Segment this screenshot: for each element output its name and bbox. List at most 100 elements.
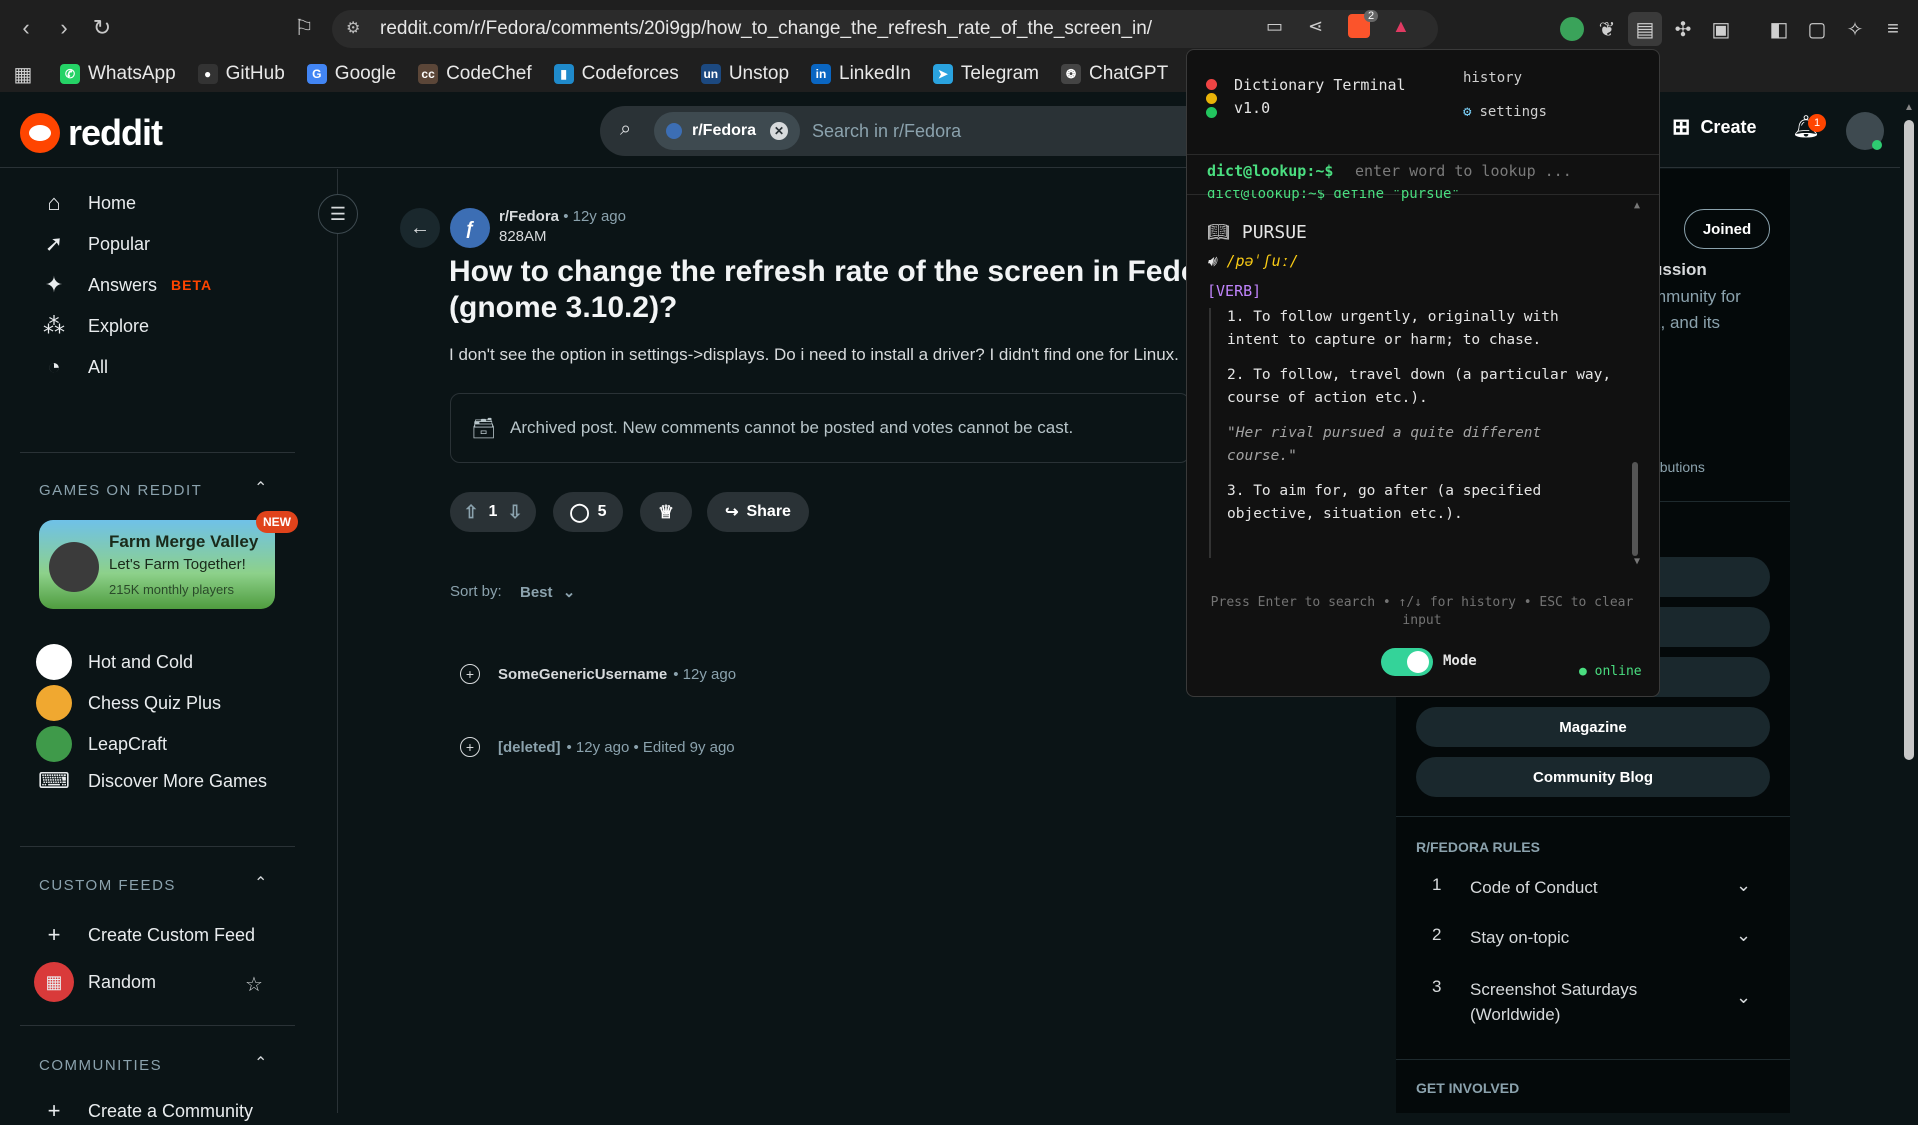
magazine-button[interactable]: Magazine: [1416, 707, 1770, 747]
upvote-icon[interactable]: ⇧: [463, 502, 478, 523]
game-item-3[interactable]: ⌨ Discover More Games: [38, 767, 267, 795]
leo-ai-icon[interactable]: ✧: [1838, 12, 1872, 46]
create-community[interactable]: + Create a Community: [40, 1097, 254, 1125]
sort-dropdown[interactable]: Best ⌄: [520, 583, 575, 601]
chevron-down-icon[interactable]: ⌄: [1736, 925, 1751, 946]
fedora-avatar-icon[interactable]: ƒ: [450, 208, 490, 248]
back-icon[interactable]: ‹: [8, 10, 44, 46]
subreddit-chip[interactable]: r/Fedora ✕: [654, 112, 801, 150]
bookmark-7[interactable]: ➤ Telegram: [932, 63, 1039, 85]
close-dot-icon[interactable]: [1206, 79, 1217, 90]
site-info-icon[interactable]: ⚙: [346, 18, 360, 38]
extension-bird-icon[interactable]: ❦: [1590, 12, 1624, 46]
word-input[interactable]: enter word to lookup ...: [1355, 162, 1572, 180]
community-blog-button[interactable]: Community Blog: [1416, 757, 1770, 797]
comment-author[interactable]: SomeGenericUsername: [498, 666, 667, 683]
book-icon: 📖︎: [1207, 222, 1230, 243]
rule-text: Code of Conduct: [1470, 878, 1598, 897]
sidebar-item-popular[interactable]: ➚ Popular: [40, 230, 150, 258]
scroll-up-icon[interactable]: ▲: [1904, 102, 1914, 113]
collapse-feeds-icon[interactable]: ⌃: [254, 873, 267, 893]
share-icon[interactable]: ⋖: [1308, 16, 1323, 37]
maximize-dot-icon[interactable]: [1206, 107, 1217, 118]
sidebar-item-answers[interactable]: ✦ Answers BETA: [40, 271, 212, 299]
rule-text: Screenshot Saturdays (Worldwide): [1470, 980, 1638, 1024]
plus-icon: ⊞: [1672, 114, 1691, 139]
menu-icon[interactable]: ≡: [1876, 12, 1910, 46]
scrollbar-thumb[interactable]: [1904, 120, 1914, 760]
bookmark-4[interactable]: ▮ Codeforces: [553, 63, 679, 85]
game-item-2[interactable]: LeapCraft: [36, 726, 167, 762]
joined-button[interactable]: Joined: [1684, 209, 1770, 249]
bookmark-icon[interactable]: ⚐: [286, 10, 322, 46]
post-subreddit[interactable]: r/Fedora: [499, 208, 559, 225]
page-scrollbar[interactable]: ▲: [1900, 92, 1918, 1113]
extension-dictionary-icon[interactable]: ▤: [1628, 12, 1662, 46]
comment-icon: ◯: [569, 501, 590, 522]
rule-item-3[interactable]: 3 Screenshot Saturdays (Worldwide) ⌄: [1432, 977, 1772, 1027]
create-custom-feed[interactable]: + Create Custom Feed: [40, 921, 256, 949]
post-author[interactable]: 828AM: [499, 228, 547, 245]
settings-link[interactable]: ⚙ settings: [1463, 104, 1547, 120]
history-link[interactable]: history: [1463, 70, 1522, 86]
sidebar-toggle-icon[interactable]: ◧: [1762, 12, 1796, 46]
output-scrollbar[interactable]: [1632, 462, 1638, 556]
chip-close-icon[interactable]: ✕: [770, 122, 789, 140]
star-icon[interactable]: ☆: [245, 972, 263, 997]
bookmark-6[interactable]: in LinkedIn: [811, 63, 911, 85]
sidebar-item-explore[interactable]: ⁂ Explore: [40, 312, 149, 340]
comments-button[interactable]: ◯ 5: [553, 492, 623, 532]
rule-item-1[interactable]: 1 Code of Conduct ⌄: [1432, 875, 1772, 925]
expand-comment-icon[interactable]: +: [460, 664, 480, 684]
forward-icon[interactable]: ›: [46, 10, 82, 46]
mode-toggle[interactable]: [1381, 648, 1433, 676]
expand-comment-icon[interactable]: +: [460, 737, 480, 757]
popular-icon: ➚: [44, 231, 64, 256]
bookmark-2[interactable]: G Google: [306, 63, 396, 85]
reddit-logo[interactable]: reddit: [20, 112, 163, 154]
cast-icon[interactable]: ▭: [1266, 16, 1283, 37]
reader-icon[interactable]: ▣: [1704, 12, 1738, 46]
chevron-down-icon[interactable]: ⌄: [1736, 987, 1751, 1008]
sidebar-collapse-icon[interactable]: ☰: [318, 194, 358, 234]
downvote-icon[interactable]: ⇩: [507, 502, 522, 523]
share-button[interactable]: ↪ Share: [707, 492, 809, 532]
apps-grid-icon[interactable]: ▦: [6, 57, 40, 91]
chevron-down-icon[interactable]: ⌄: [1736, 875, 1751, 896]
comment-row[interactable]: + SomeGenericUsername • 12y ago: [460, 664, 736, 684]
award-button[interactable]: ♕: [640, 492, 692, 532]
wallet-icon[interactable]: ▢: [1800, 12, 1834, 46]
collapse-communities-icon[interactable]: ⌃: [254, 1053, 267, 1073]
rule-item-2[interactable]: 2 Stay on-topic ⌄: [1432, 925, 1772, 975]
sidebar-item-home[interactable]: ⌂ Home: [40, 189, 136, 217]
bookmark-5[interactable]: un Unstop: [700, 63, 789, 85]
extensions-puzzle-icon[interactable]: ✣: [1666, 12, 1700, 46]
community-desc-line2: x, and its: [1652, 313, 1721, 332]
speaker-icon[interactable]: 🔊︎: [1207, 252, 1216, 270]
extension-green-icon[interactable]: [1560, 17, 1584, 41]
random-feed[interactable]: ▦ Random: [34, 962, 156, 1002]
bookmark-3[interactable]: cc CodeChef: [418, 63, 532, 85]
back-arrow-icon[interactable]: ←: [400, 208, 440, 248]
featured-game-card[interactable]: Farm Merge Valley Let's Farm Together! 2…: [39, 520, 275, 609]
scroll-up-icon[interactable]: ▲: [1634, 200, 1640, 211]
bookmark-8[interactable]: ❂ ChatGPT: [1061, 63, 1168, 85]
divider: [20, 1025, 295, 1026]
create-label: Create: [1700, 116, 1757, 137]
bookmark-0[interactable]: ✆ WhatsApp: [60, 63, 176, 85]
address-bar[interactable]: ⚙ reddit.com/r/Fedora/comments/20i9gp/ho…: [332, 10, 1438, 48]
collapse-games-icon[interactable]: ⌃: [254, 478, 267, 498]
game-item-1[interactable]: Chess Quiz Plus: [36, 685, 221, 721]
create-button[interactable]: ⊞ Create: [1672, 114, 1756, 140]
comment-row[interactable]: + [deleted] • 12y ago • Edited 9y ago: [460, 737, 735, 757]
sidebar-item-all[interactable]: ◔ All: [40, 353, 108, 381]
scroll-down-icon[interactable]: ▼: [1634, 556, 1640, 567]
comment-author[interactable]: [deleted]: [498, 739, 561, 756]
plus-icon: +: [47, 922, 61, 947]
rewards-icon[interactable]: ▲: [1392, 16, 1410, 37]
game-item-0[interactable]: Hot and Cold: [36, 644, 193, 680]
minimize-dot-icon[interactable]: [1206, 93, 1217, 104]
bookmark-1[interactable]: ● GitHub: [197, 63, 285, 85]
search-placeholder[interactable]: Search in r/Fedora: [812, 121, 961, 142]
reload-icon[interactable]: ↻: [84, 10, 120, 46]
